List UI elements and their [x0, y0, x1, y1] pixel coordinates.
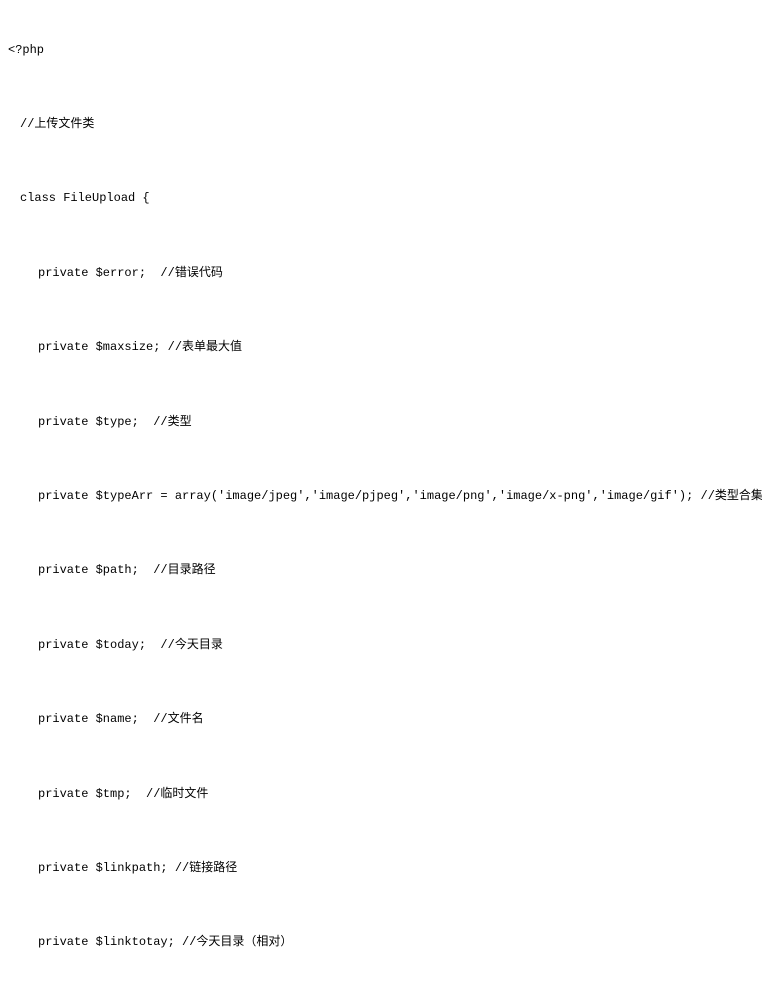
code-block: <?php //上传文件类 class FileUpload { private…	[0, 8, 762, 992]
code-line: private $linkpath; //链接路径	[0, 860, 762, 877]
code-line: //上传文件类	[0, 116, 762, 133]
code-line: class FileUpload {	[0, 190, 762, 207]
code-line: private $type; //类型	[0, 414, 762, 431]
code-line: private $tmp; //临时文件	[0, 786, 762, 803]
code-line: private $error; //错误代码	[0, 265, 762, 282]
code-line: private $maxsize; //表单最大值	[0, 339, 762, 356]
code-line: private $name; //文件名	[0, 711, 762, 728]
code-line: private $typeArr = array('image/jpeg','i…	[0, 488, 762, 505]
code-line: private $today; //今天目录	[0, 637, 762, 654]
code-line: private $linktotay; //今天目录（相对）	[0, 934, 762, 951]
code-line: private $path; //目录路径	[0, 562, 762, 579]
code-line: <?php	[0, 42, 762, 59]
